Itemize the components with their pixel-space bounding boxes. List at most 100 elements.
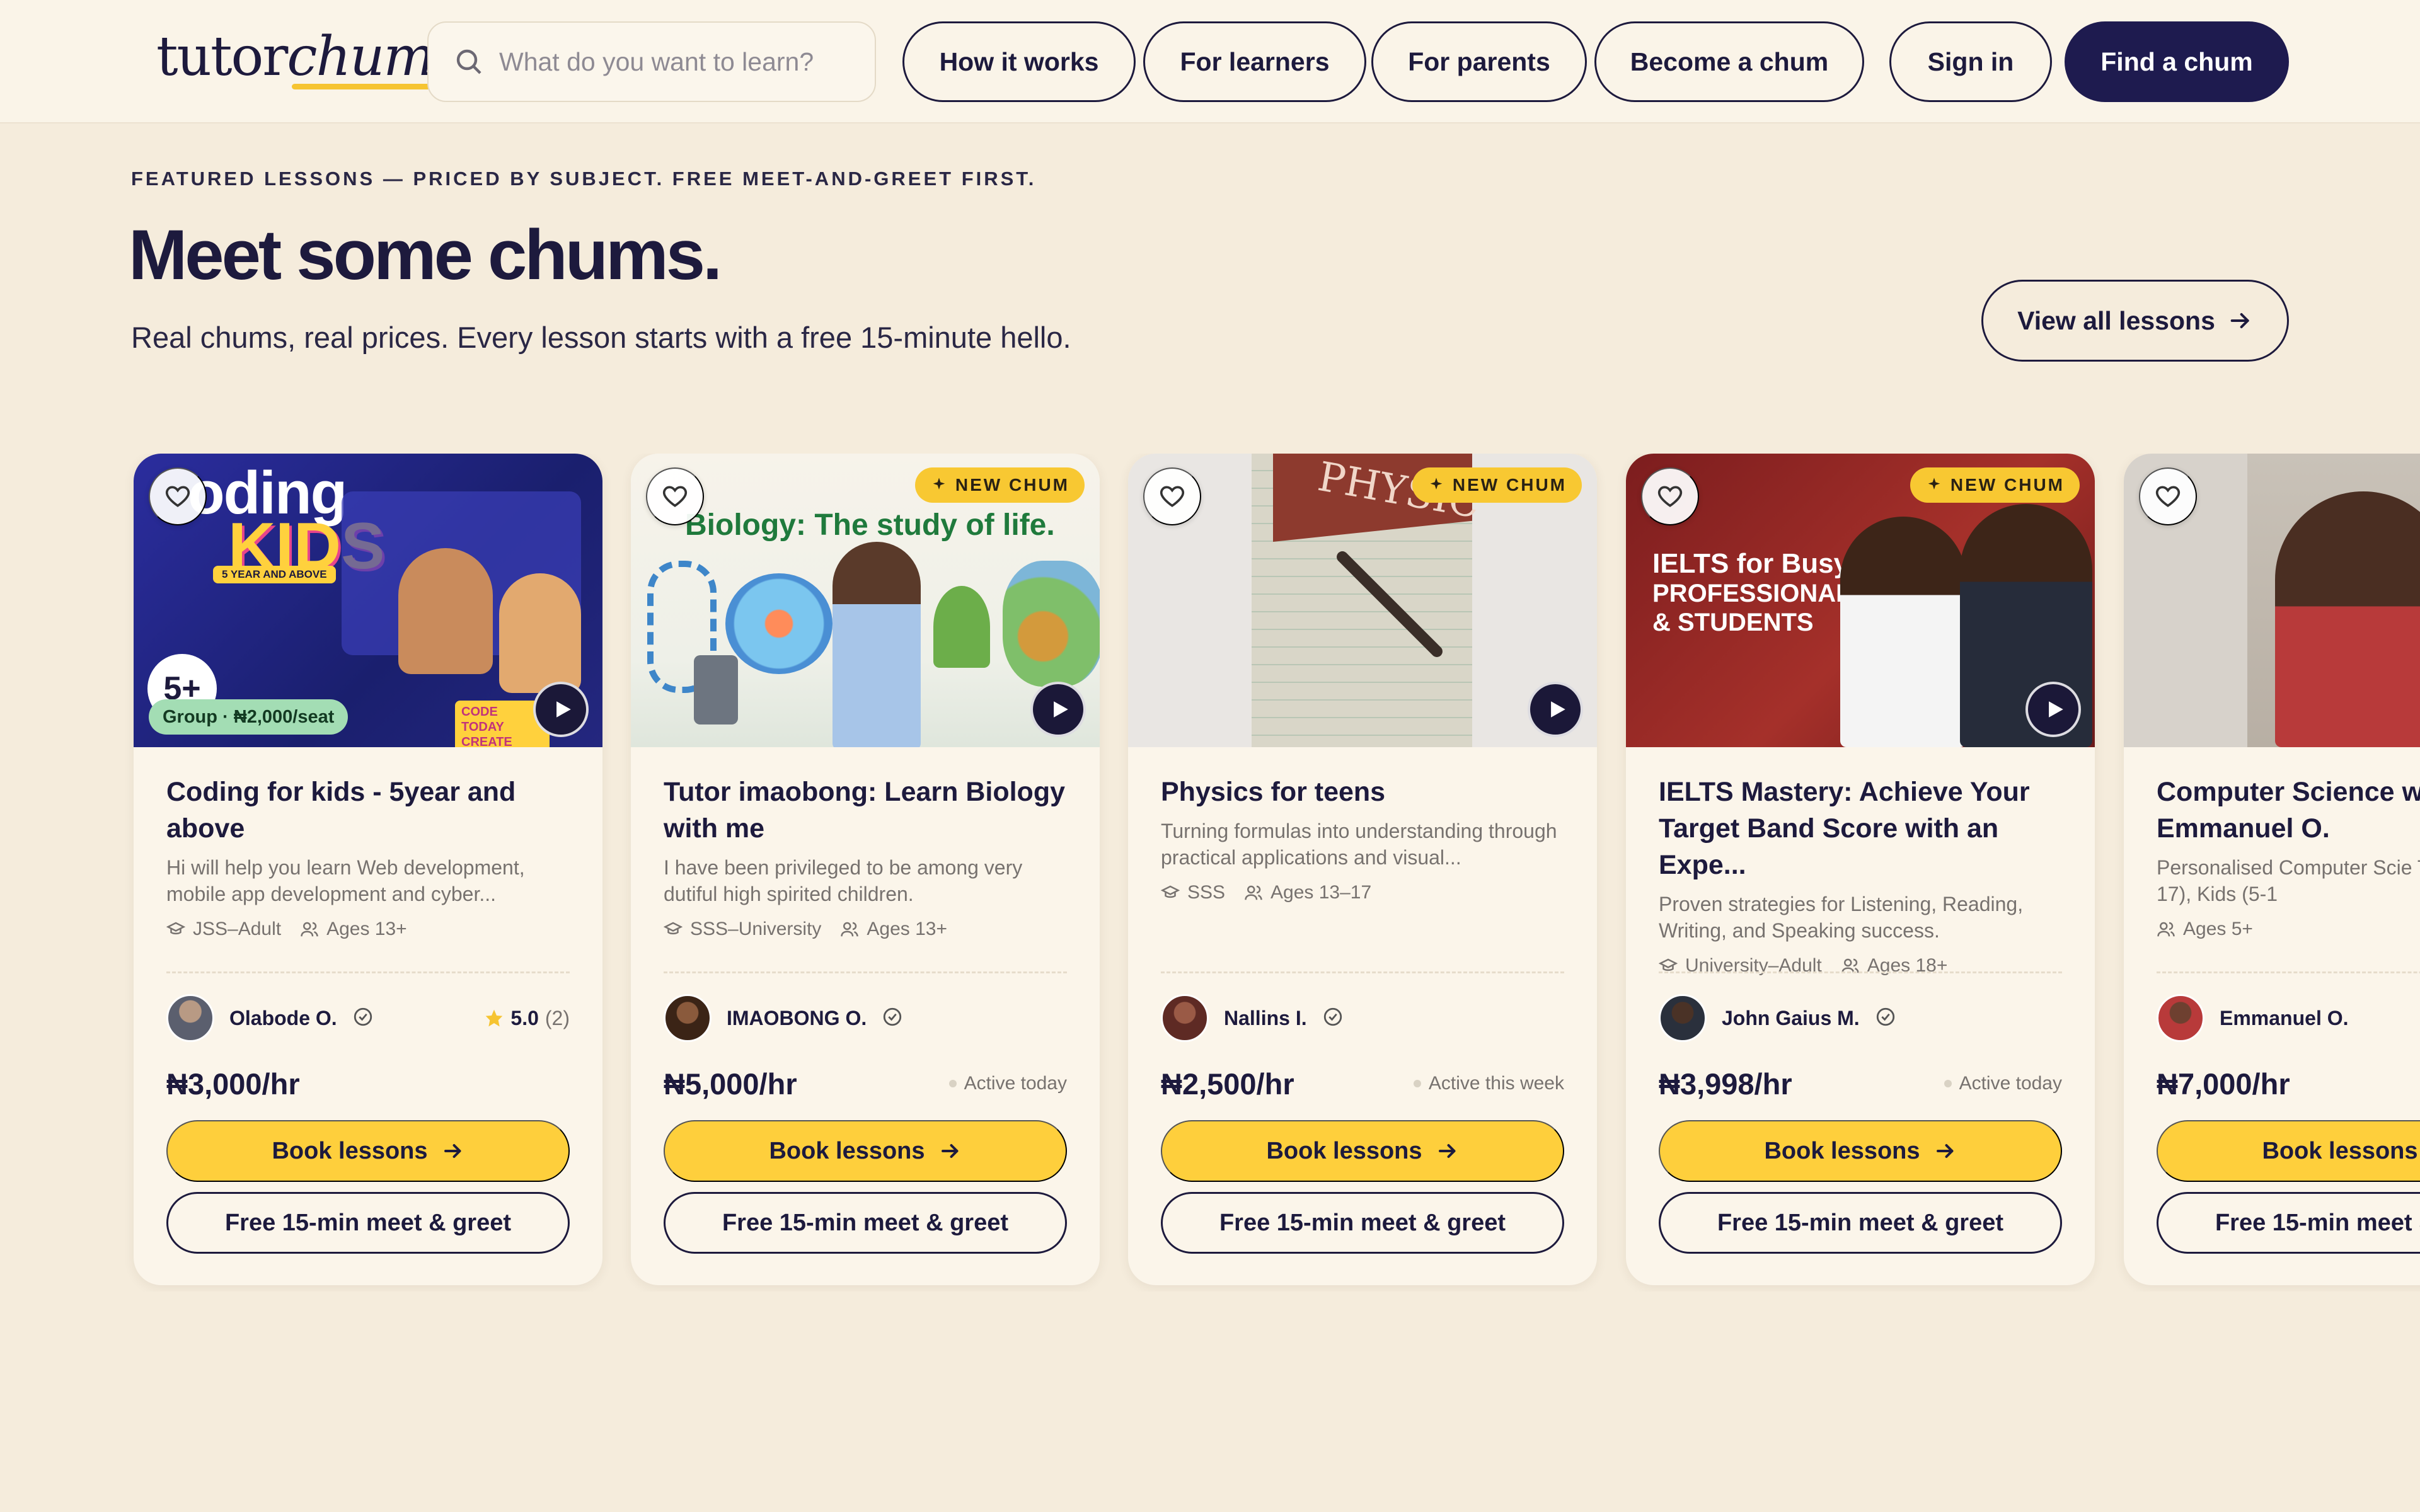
ages-meta: Ages 5+ bbox=[2157, 919, 2253, 940]
view-all-lessons-button[interactable]: View all lessons bbox=[1981, 280, 2289, 362]
group-price-badge: Group · ₦2,000/seat bbox=[149, 699, 349, 735]
level-text: SSS bbox=[1187, 882, 1226, 903]
book-lessons-button[interactable]: Book lessons bbox=[664, 1120, 1067, 1182]
lesson-title[interactable]: Physics for teens bbox=[1161, 774, 1564, 810]
status-dot bbox=[948, 1080, 957, 1087]
tutor-avatar[interactable] bbox=[664, 994, 712, 1042]
lesson-card[interactable]: oding KIDS 5 YEAR AND ABOVE 5+ CODE TODA… bbox=[134, 454, 602, 1285]
book-label: Book lessons bbox=[769, 1137, 925, 1164]
activity-status: Active today bbox=[1944, 1073, 2062, 1094]
lesson-card[interactable]: IELTS for Busy PROFESSIONALS & STUDENTS … bbox=[1626, 454, 2095, 1285]
play-video-button[interactable] bbox=[2025, 682, 2081, 737]
favorite-button[interactable] bbox=[149, 467, 207, 525]
book-lessons-button[interactable]: Book lessons bbox=[2157, 1120, 2420, 1182]
book-lessons-button[interactable]: Book lessons bbox=[166, 1120, 570, 1182]
thumb-photo-person bbox=[2275, 491, 2420, 747]
play-icon bbox=[1551, 701, 1565, 718]
users-icon bbox=[301, 922, 318, 937]
lesson-card[interactable]: Biology: The study of life. NEW CHUM Tut… bbox=[631, 454, 1100, 1285]
thumb-graphic-plant bbox=[933, 586, 990, 668]
tutorchum-logo[interactable]: tutor chum bbox=[156, 25, 529, 94]
ages-text: Ages 13+ bbox=[867, 919, 948, 939]
tutor-avatar[interactable] bbox=[166, 994, 214, 1042]
lesson-card[interactable]: PHYSIC NEW CHUM Physics for teens Turnin… bbox=[1128, 454, 1597, 1285]
lesson-thumbnail[interactable]: PHYSIC NEW CHUM bbox=[1128, 454, 1597, 747]
new-chum-badge: NEW CHUM bbox=[914, 467, 1085, 503]
tutor-avatar[interactable] bbox=[2157, 994, 2204, 1042]
tutor-name[interactable]: Olabode O. bbox=[229, 1007, 337, 1030]
search-input[interactable] bbox=[499, 47, 852, 77]
new-chum-label: NEW CHUM bbox=[1950, 475, 2065, 495]
arrow-right-icon bbox=[941, 1144, 958, 1158]
lesson-title[interactable]: IELTS Mastery: Achieve Your Target Band … bbox=[1659, 774, 2062, 883]
ages-text: Ages 13+ bbox=[326, 919, 407, 939]
ages-meta: Ages 13+ bbox=[840, 919, 947, 940]
tutor-name[interactable]: John Gaius M. bbox=[1722, 1007, 1860, 1030]
favorite-button[interactable] bbox=[2139, 467, 2197, 525]
thumb-graphic-nature bbox=[1003, 561, 1100, 687]
card-divider bbox=[1659, 971, 2062, 973]
meet-and-greet-button[interactable]: Free 15-min meet & greet bbox=[1659, 1192, 2062, 1254]
page-headline: Meet some chums. bbox=[129, 215, 722, 294]
book-lessons-button[interactable]: Book lessons bbox=[1161, 1120, 1564, 1182]
tutor-name[interactable]: Emmanuel O. bbox=[2220, 1007, 2349, 1030]
new-chum-label: NEW CHUM bbox=[955, 475, 1069, 495]
tutor-name[interactable]: IMAOBONG O. bbox=[727, 1007, 867, 1030]
play-video-button[interactable] bbox=[1528, 682, 1583, 737]
ages-text: Ages 5+ bbox=[2183, 919, 2253, 939]
favorite-button[interactable] bbox=[1641, 467, 1699, 525]
star-icon bbox=[486, 1009, 503, 1027]
lesson-title[interactable]: Computer Science wit Emmanuel O. bbox=[2157, 774, 2420, 847]
activity-status: Active today bbox=[948, 1073, 1067, 1094]
level-meta: JSS–Adult bbox=[166, 919, 281, 940]
sparkle-icon bbox=[933, 478, 945, 490]
lesson-title[interactable]: Tutor imaobong: Learn Biology with me bbox=[664, 774, 1067, 847]
play-icon bbox=[556, 701, 571, 718]
nav-for-parents[interactable]: For parents bbox=[1371, 21, 1587, 102]
thumb-graphic-person bbox=[833, 542, 921, 747]
favorite-button[interactable] bbox=[1143, 467, 1201, 525]
find-a-chum-button[interactable]: Find a chum bbox=[2065, 21, 2289, 102]
graduation-cap-icon bbox=[1161, 885, 1180, 898]
play-video-button[interactable] bbox=[533, 682, 589, 737]
lesson-card[interactable]: Computer Science wit Emmanuel O. Persona… bbox=[2124, 454, 2420, 1285]
verified-icon bbox=[1322, 1006, 1344, 1031]
activity-text: Active today bbox=[964, 1073, 1067, 1094]
book-lessons-button[interactable]: Book lessons bbox=[1659, 1120, 2062, 1182]
tutor-avatar[interactable] bbox=[1659, 994, 1707, 1042]
heart-icon bbox=[1657, 486, 1683, 507]
view-all-label: View all lessons bbox=[2017, 306, 2215, 335]
users-icon bbox=[1245, 885, 1262, 900]
search-bar[interactable] bbox=[427, 21, 876, 102]
lesson-thumbnail[interactable]: IELTS for Busy PROFESSIONALS & STUDENTS … bbox=[1626, 454, 2095, 747]
lesson-thumbnail[interactable]: oding KIDS 5 YEAR AND ABOVE 5+ CODE TODA… bbox=[134, 454, 602, 747]
lesson-thumbnail[interactable] bbox=[2124, 454, 2420, 747]
lesson-price: ₦2,500/hr bbox=[1161, 1067, 1294, 1101]
sign-in-button[interactable]: Sign in bbox=[1889, 21, 2052, 102]
tutor-name[interactable]: Nallins I. bbox=[1224, 1007, 1307, 1030]
lesson-title[interactable]: Coding for kids - 5year and above bbox=[166, 774, 570, 847]
nav-become-a-chum[interactable]: Become a chum bbox=[1594, 21, 1864, 102]
nav-for-learners[interactable]: For learners bbox=[1143, 21, 1366, 102]
meet-and-greet-button[interactable]: Free 15-min meet & greet bbox=[1161, 1192, 1564, 1254]
ages-meta: Ages 13+ bbox=[300, 919, 407, 940]
meet-and-greet-button[interactable]: Free 15-min meet & greet bbox=[2157, 1192, 2420, 1254]
users-icon bbox=[2157, 922, 2175, 937]
favorite-button[interactable] bbox=[646, 467, 704, 525]
arrow-right-icon bbox=[444, 1144, 461, 1158]
ages-meta: Ages 13–17 bbox=[1244, 882, 1371, 903]
book-label: Book lessons bbox=[1764, 1137, 1920, 1164]
thumb-tag: 5 YEAR AND ABOVE bbox=[213, 566, 336, 583]
play-video-button[interactable] bbox=[1030, 682, 1086, 737]
lesson-description: Proven strategies for Listening, Reading… bbox=[1659, 893, 2024, 942]
tutor-avatar[interactable] bbox=[1161, 994, 1209, 1042]
lesson-thumbnail[interactable]: Biology: The study of life. NEW CHUM bbox=[631, 454, 1100, 747]
verified-icon bbox=[1875, 1006, 1896, 1031]
status-dot bbox=[1413, 1080, 1421, 1087]
graduation-cap-icon bbox=[664, 922, 683, 935]
lesson-description: Hi will help you learn Web development, … bbox=[166, 856, 525, 905]
nav-how-it-works[interactable]: How it works bbox=[902, 21, 1136, 102]
meet-and-greet-button[interactable]: Free 15-min meet & greet bbox=[664, 1192, 1067, 1254]
heart-icon bbox=[662, 486, 688, 507]
meet-and-greet-button[interactable]: Free 15-min meet & greet bbox=[166, 1192, 570, 1254]
